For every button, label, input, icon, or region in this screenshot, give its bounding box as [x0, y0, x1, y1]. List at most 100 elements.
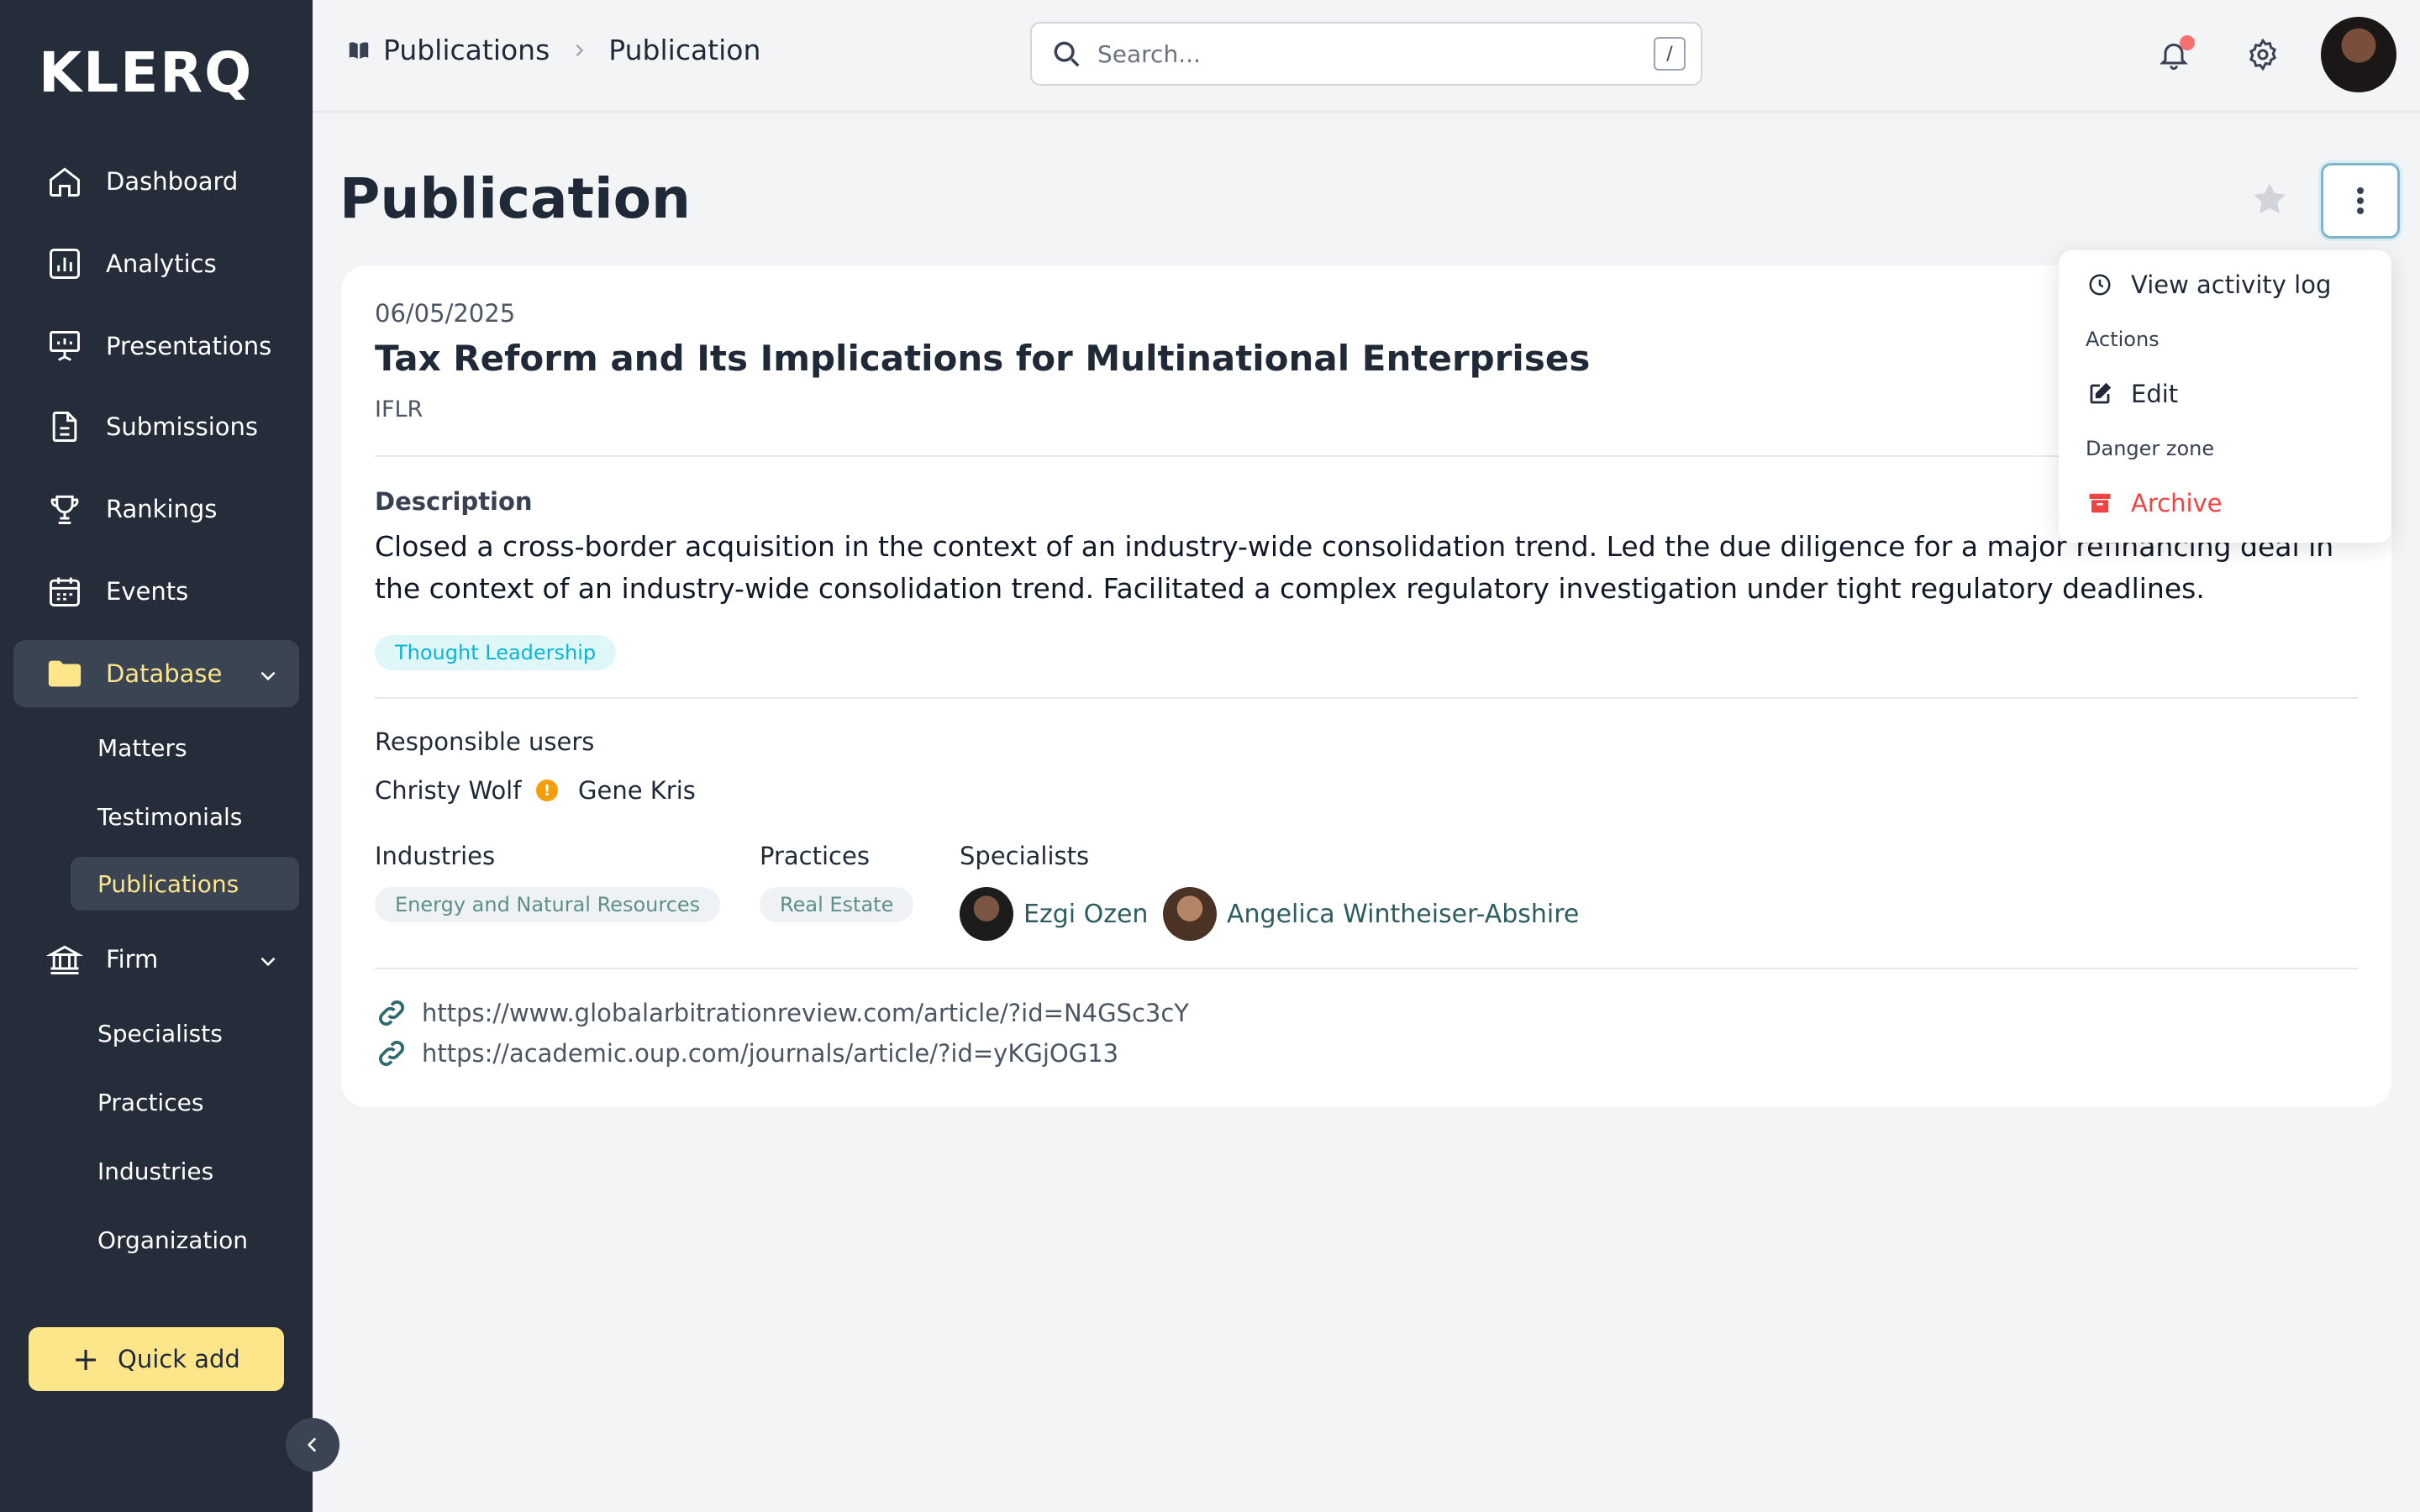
sidebar-subitem-organization[interactable]: Organization: [71, 1213, 299, 1267]
quick-add-button[interactable]: + Quick add: [29, 1327, 284, 1391]
breadcrumb-publications[interactable]: Publications: [383, 34, 550, 66]
chevron-left-icon: [307, 1437, 317, 1452]
search-placeholder: Search...: [1097, 39, 1201, 68]
practices-label: Practices: [760, 842, 870, 870]
star-icon: [2254, 183, 2286, 213]
link-row[interactable]: https://www.globalarbitrationreview.com/…: [375, 996, 1189, 1030]
sidebar-item-label: Submissions: [106, 412, 259, 441]
page-title: Publication: [339, 166, 692, 231]
presentation-icon: [45, 327, 84, 365]
sidebar: KLERQ Dashboard Analytics Presentations …: [0, 0, 313, 1512]
sidebar-subitem-industries[interactable]: Industries: [71, 1144, 299, 1198]
sidebar-item-label: Events: [106, 577, 189, 606]
quick-add-label: Quick add: [118, 1345, 240, 1373]
sidebar-subitem-matters[interactable]: Matters: [71, 721, 299, 774]
folder-icon: [45, 654, 84, 693]
warning-icon: !: [536, 780, 558, 801]
sidebar-item-label: Firm: [106, 945, 159, 974]
category-tag: Thought Leadership: [375, 635, 617, 670]
link-icon: [379, 1000, 404, 1026]
specialist-name: Ezgi Ozen: [1023, 899, 1149, 929]
chevron-right-icon: [570, 41, 588, 60]
sidebar-item-events[interactable]: Events: [13, 558, 299, 625]
divider: [375, 968, 2358, 969]
sidebar-item-submissions[interactable]: Submissions: [13, 393, 299, 460]
user-avatar[interactable]: [2321, 17, 2396, 92]
breadcrumb-publication: Publication: [608, 34, 761, 66]
sidebar-subitem-publications[interactable]: Publications: [71, 857, 299, 911]
home-icon: [45, 162, 84, 201]
specialist-chip[interactable]: Angelica Wintheiser-Abshire: [1163, 887, 1579, 941]
publication-outlet: IFLR: [375, 396, 424, 423]
sidebar-item-label: Analytics: [106, 249, 217, 278]
sidebar-subitem-practices[interactable]: Practices: [71, 1075, 299, 1129]
topbar: Publications Publication Search... /: [313, 0, 2420, 113]
collapse-sidebar-button[interactable]: [286, 1418, 339, 1472]
responsible-user[interactable]: Gene Kris: [578, 776, 696, 805]
publication-description: Closed a cross-border acquisition in the…: [375, 530, 2334, 605]
edit-icon: [2086, 380, 2114, 408]
chevron-down-icon[interactable]: [257, 664, 279, 692]
specialist-name: Angelica Wintheiser-Abshire: [1227, 899, 1580, 929]
sidebar-item-presentations[interactable]: Presentations: [13, 312, 299, 380]
sidebar-item-label: Dashboard: [106, 167, 239, 196]
sidebar-item-rankings[interactable]: Rankings: [13, 475, 299, 543]
link-icon: [379, 1041, 404, 1066]
link-url: https://www.globalarbitrationreview.com/…: [422, 999, 1190, 1027]
specialists-label: Specialists: [960, 842, 1090, 870]
actions-section-label: Actions: [2086, 328, 2160, 351]
archive-item[interactable]: Archive: [2086, 489, 2223, 517]
description-label: Description: [375, 487, 533, 516]
sidebar-item-analytics[interactable]: Analytics: [13, 230, 299, 297]
favorite-button[interactable]: [2249, 178, 2291, 220]
document-icon: [45, 407, 84, 446]
menu-item-label: Archive: [2131, 489, 2223, 517]
settings-button[interactable]: [2242, 34, 2284, 76]
link-row[interactable]: https://academic.oup.com/journals/articl…: [375, 1037, 1118, 1070]
link-url: https://academic.oup.com/journals/articl…: [422, 1039, 1119, 1068]
book-icon: [346, 38, 371, 63]
clock-icon: [2086, 270, 2114, 299]
more-actions-button[interactable]: [2321, 163, 2400, 239]
breadcrumb: Publications Publication: [346, 34, 760, 66]
practice-tag: Real Estate: [760, 887, 914, 922]
industry-tag: Energy and Natural Resources: [375, 887, 721, 922]
search-icon: [1050, 38, 1082, 70]
search-input[interactable]: Search... /: [1030, 22, 1702, 86]
sidebar-subitem-testimonials[interactable]: Testimonials: [71, 790, 299, 843]
publication-date: 06/05/2025: [375, 299, 516, 328]
responsible-users-label: Responsible users: [375, 727, 595, 756]
sidebar-subitem-specialists[interactable]: Specialists: [71, 1006, 299, 1060]
notification-dot: [2180, 35, 2195, 50]
responsible-user[interactable]: Christy Wolf: [375, 776, 521, 805]
trophy-icon: [45, 490, 84, 528]
sidebar-item-firm[interactable]: Firm: [13, 926, 299, 993]
industries-label: Industries: [375, 842, 496, 870]
app-logo[interactable]: KLERQ: [39, 40, 253, 105]
bank-icon: [45, 940, 84, 979]
search-shortcut-key: /: [1654, 37, 1686, 71]
divider: [375, 697, 2358, 699]
sidebar-item-label: Rankings: [106, 495, 218, 523]
sidebar-item-label: Database: [106, 659, 223, 688]
sidebar-item-dashboard[interactable]: Dashboard: [13, 148, 299, 215]
kebab-menu-icon: [2357, 187, 2364, 214]
view-activity-log-item[interactable]: View activity log: [2086, 270, 2331, 299]
avatar: [1163, 887, 1217, 941]
chart-icon: [45, 244, 84, 283]
chevron-down-icon[interactable]: [257, 949, 279, 978]
gear-icon: [2249, 38, 2277, 71]
publication-title: Tax Reform and Its Implications for Mult…: [375, 338, 1591, 379]
menu-item-label: View activity log: [2131, 270, 2332, 299]
archive-icon: [2086, 489, 2114, 517]
specialist-chip[interactable]: Ezgi Ozen: [960, 887, 1148, 941]
actions-menu: View activity log Actions Edit Danger zo…: [2059, 250, 2391, 543]
menu-item-label: Edit: [2131, 380, 2179, 408]
edit-item[interactable]: Edit: [2086, 380, 2178, 408]
avatar: [960, 887, 1013, 941]
sidebar-item-database[interactable]: Database: [13, 640, 299, 707]
calendar-icon: [45, 572, 84, 611]
danger-zone-label: Danger zone: [2086, 437, 2215, 460]
notifications-button[interactable]: [2153, 34, 2195, 76]
plus-icon: +: [72, 1341, 100, 1378]
